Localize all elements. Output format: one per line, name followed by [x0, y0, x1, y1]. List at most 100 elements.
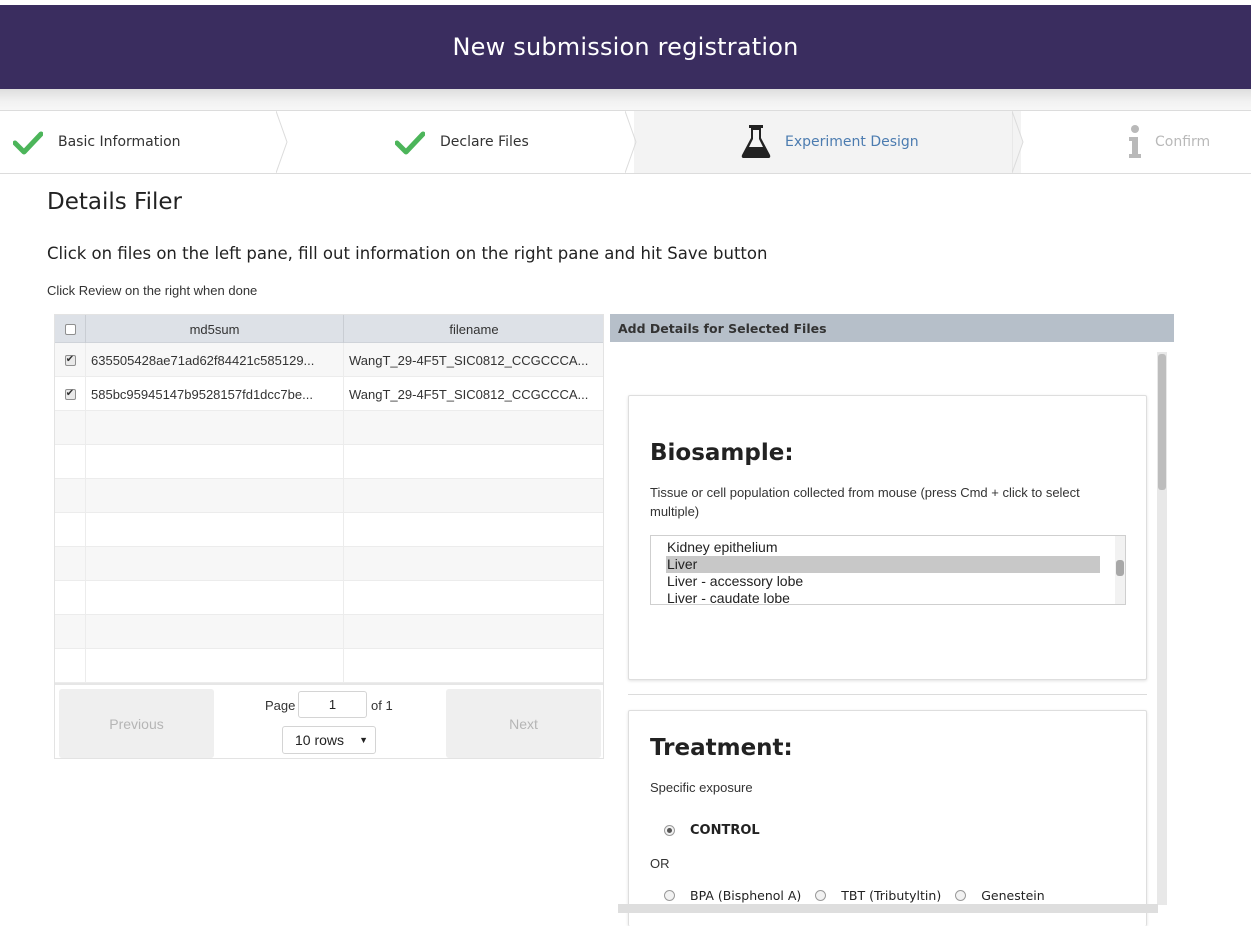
dropdown-arrow-icon: ▼ — [359, 735, 368, 745]
step-label: Experiment Design — [785, 134, 919, 150]
files-table: md5sum filename ✔ 635505428ae71ad62f8442… — [54, 314, 604, 759]
empty-row — [55, 479, 603, 513]
check-icon — [13, 131, 43, 155]
details-pane-header: Add Details for Selected Files — [610, 314, 1174, 342]
empty-cell — [344, 513, 603, 547]
wizard-steps: Basic Information Declare Files Experime… — [0, 110, 1251, 174]
empty-cell — [86, 445, 344, 479]
step-label: Basic Information — [58, 134, 181, 150]
empty-cell — [344, 547, 603, 581]
md5sum-cell: 635505428ae71ad62f84421c585129... — [86, 343, 344, 377]
empty-cell — [55, 411, 86, 445]
instructions: Click on files on the left pane, fill ou… — [47, 244, 768, 263]
empty-cell — [86, 411, 344, 445]
empty-row — [55, 513, 603, 547]
or-label: OR — [650, 856, 670, 871]
row-checkbox[interactable]: ✔ — [64, 354, 76, 366]
biosample-option[interactable]: Liver - accessory lobe — [666, 573, 1100, 590]
pagination: Previous Page of 1 10 rows ▼ Next — [55, 683, 603, 758]
table-row[interactable]: ✔ 635505428ae71ad62f84421c585129... Wang… — [55, 343, 603, 377]
empty-cell — [55, 445, 86, 479]
biosample-option-selected[interactable]: Liver — [666, 556, 1100, 573]
treatment-title: Treatment: — [650, 735, 793, 761]
genestein-label: Genestein — [981, 888, 1045, 903]
rows-per-page-select[interactable]: 10 rows ▼ — [282, 726, 376, 754]
step-separator — [276, 111, 288, 173]
tbt-radio[interactable] — [815, 890, 827, 901]
empty-row — [55, 547, 603, 581]
details-scrollbar-thumb[interactable] — [1158, 354, 1166, 490]
select-all-cell — [55, 315, 86, 343]
empty-row — [55, 615, 603, 649]
control-label: CONTROL — [690, 823, 760, 838]
step-label: Confirm — [1155, 134, 1211, 150]
horizontal-scrollbar[interactable] — [618, 904, 1158, 913]
biosample-option[interactable]: Liver - caudate lobe — [666, 590, 1100, 604]
empty-cell — [86, 615, 344, 649]
table-body: ✔ 635505428ae71ad62f84421c585129... Wang… — [55, 343, 603, 683]
biosample-card: Biosample: Tissue or cell population col… — [628, 395, 1147, 680]
page-title: Details Filer — [47, 189, 182, 215]
column-header-md5sum[interactable]: md5sum — [86, 315, 344, 343]
table-header: md5sum filename — [55, 315, 603, 343]
empty-cell — [344, 615, 603, 649]
page-header-title: New submission registration — [452, 33, 799, 61]
bpa-label: BPA (Bisphenol A) — [690, 888, 802, 903]
biosample-hint: Tissue or cell population collected from… — [650, 485, 1080, 519]
genestein-radio[interactable] — [955, 890, 967, 901]
info-icon — [1129, 125, 1141, 158]
review-hint: Click Review on the right when done — [47, 283, 258, 298]
treatment-radio-group: BPA (Bisphenol A) TBT (Tributyltin) Gene… — [664, 888, 1059, 903]
app-header: New submission registration — [0, 5, 1251, 89]
page-number-input[interactable] — [298, 691, 367, 718]
step-declare-files[interactable]: Declare Files — [285, 111, 637, 173]
empty-cell — [86, 547, 344, 581]
empty-cell — [86, 581, 344, 615]
tbt-label: TBT (Tributyltin) — [841, 888, 942, 903]
step-experiment-design[interactable]: Experiment Design — [634, 111, 1024, 173]
row-checkbox[interactable]: ✔ — [64, 388, 76, 400]
page-label: Page — [265, 698, 296, 713]
empty-row — [55, 411, 603, 445]
radio-dot — [667, 828, 672, 833]
md5sum-cell: 585bc95945147b9528157fd1dcc7be... — [86, 377, 344, 411]
step-basic-information[interactable]: Basic Information — [0, 111, 288, 173]
section-divider — [628, 694, 1147, 695]
column-header-filename[interactable]: filename — [344, 315, 603, 343]
empty-cell — [55, 513, 86, 547]
previous-button[interactable]: Previous — [59, 689, 214, 758]
step-label: Declare Files — [440, 134, 529, 150]
bpa-radio[interactable] — [664, 890, 675, 901]
control-radio-option[interactable]: CONTROL — [664, 823, 760, 838]
biosample-title: Biosample: — [650, 440, 794, 466]
empty-cell — [86, 479, 344, 513]
control-radio[interactable] — [664, 825, 675, 836]
next-button[interactable]: Next — [446, 689, 601, 758]
flask-icon — [741, 125, 771, 158]
check-icon — [395, 131, 425, 155]
step-confirm[interactable]: Confirm — [1021, 111, 1251, 173]
empty-cell — [344, 411, 603, 445]
select-all-checkbox[interactable] — [64, 323, 76, 335]
step-separator — [625, 111, 637, 173]
empty-cell — [86, 649, 344, 683]
treatment-hint: Specific exposure — [650, 780, 753, 795]
empty-cell — [344, 581, 603, 615]
empty-row — [55, 581, 603, 615]
biosample-option[interactable]: Kidney epithelium — [666, 539, 1100, 556]
empty-row — [55, 649, 603, 683]
step-separator — [1012, 111, 1024, 173]
biosample-listbox[interactable]: Kidney epithelium Liver Liver - accessor… — [650, 535, 1126, 605]
table-row[interactable]: ✔ 585bc95945147b9528157fd1dcc7be... Wang… — [55, 377, 603, 411]
empty-cell — [55, 547, 86, 581]
filename-cell: WangT_29-4F5T_SIC0812_CCGCCCA... — [349, 386, 589, 402]
treatment-card: Treatment: Specific exposure CONTROL OR … — [628, 710, 1147, 926]
empty-cell — [344, 479, 603, 513]
empty-row — [55, 445, 603, 479]
row-checkbox-cell: ✔ — [55, 343, 86, 377]
empty-cell — [344, 445, 603, 479]
row-checkbox-cell: ✔ — [55, 377, 86, 411]
page-total-label: of 1 — [371, 698, 393, 713]
listbox-scrollbar-thumb[interactable] — [1116, 560, 1124, 576]
rows-per-page-value: 10 rows — [295, 732, 345, 748]
